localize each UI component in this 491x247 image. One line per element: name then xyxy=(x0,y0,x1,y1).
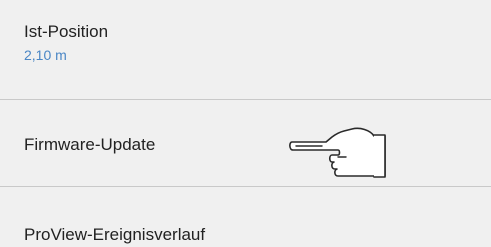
list-item-firmware-update[interactable]: Firmware-Update xyxy=(0,100,491,187)
pointing-hand-icon xyxy=(289,127,386,178)
list-item-label: Ist-Position xyxy=(24,22,109,41)
settings-list: Ist-Position 2,10 m Firmware-Update ProV… xyxy=(0,0,491,247)
list-item-label: Firmware-Update xyxy=(24,135,156,154)
list-item-ist-position[interactable]: Ist-Position 2,10 m xyxy=(0,0,491,100)
list-item-proview-ereignisverlauf[interactable]: ProView-Ereignisverlauf xyxy=(0,187,491,247)
list-item-label: ProView-Ereignisverlauf xyxy=(24,225,206,244)
list-item-value: 2,10 m xyxy=(24,47,67,63)
